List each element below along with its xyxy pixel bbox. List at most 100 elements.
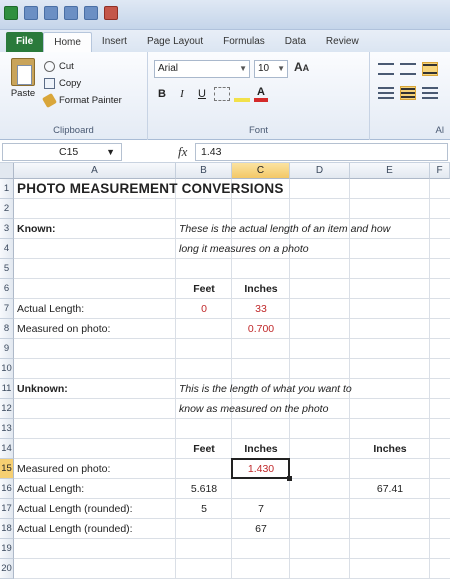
select-all-corner[interactable] bbox=[0, 163, 14, 179]
chart-icon[interactable] bbox=[104, 6, 118, 20]
cell-b14[interactable]: Feet bbox=[179, 439, 229, 459]
cell-c17[interactable]: 7 bbox=[235, 499, 287, 519]
row-header-20[interactable]: 20 bbox=[0, 559, 14, 579]
cell-a16[interactable]: Actual Length: bbox=[17, 479, 84, 499]
customize-icon[interactable] bbox=[84, 6, 98, 20]
gridline bbox=[14, 578, 450, 579]
cell-b7[interactable]: 0 bbox=[179, 299, 229, 319]
redo-icon[interactable] bbox=[64, 6, 78, 20]
paste-icon bbox=[11, 58, 35, 86]
cell-a11[interactable]: Unknown: bbox=[17, 379, 68, 399]
cell-e14[interactable]: Inches bbox=[353, 439, 427, 459]
quick-access-toolbar bbox=[4, 6, 118, 20]
cell-b11[interactable]: This is the length of what you want to bbox=[179, 379, 352, 399]
alignment-group-label: Al bbox=[435, 125, 444, 136]
cell-b16[interactable]: 5.618 bbox=[179, 479, 229, 499]
cell-c14[interactable]: Inches bbox=[235, 439, 287, 459]
cell-b4[interactable]: long it measures on a photo bbox=[179, 239, 309, 259]
chevron-down-icon: ▼ bbox=[239, 64, 247, 73]
font-name-select[interactable]: Arial ▼ bbox=[154, 60, 250, 78]
underline-button[interactable]: U bbox=[194, 86, 210, 102]
cut-button[interactable]: Cut bbox=[44, 58, 122, 75]
cell-a18[interactable]: Actual Length (rounded): bbox=[17, 519, 133, 539]
column-header-e[interactable]: E bbox=[350, 163, 430, 179]
ribbon-tabs: File Home Insert Page Layout Formulas Da… bbox=[0, 30, 450, 52]
borders-icon[interactable] bbox=[214, 87, 230, 101]
copy-button[interactable]: Copy bbox=[44, 75, 122, 92]
align-center-icon[interactable] bbox=[400, 86, 416, 100]
function-icon[interactable]: fx bbox=[178, 144, 187, 160]
tab-file[interactable]: File bbox=[6, 32, 44, 52]
cell-b12[interactable]: know as measured on the photo bbox=[179, 399, 328, 419]
cell-a3[interactable]: Known: bbox=[17, 219, 56, 239]
font-size-select[interactable]: 10 ▼ bbox=[254, 60, 288, 78]
row-header-4[interactable]: 4 bbox=[0, 239, 14, 259]
row-header-15[interactable]: 15 bbox=[0, 459, 14, 479]
row-header-18[interactable]: 18 bbox=[0, 519, 14, 539]
row-header-12[interactable]: 12 bbox=[0, 399, 14, 419]
save-icon[interactable] bbox=[24, 6, 38, 20]
row-header-7[interactable]: 7 bbox=[0, 299, 14, 319]
cell-b17[interactable]: 5 bbox=[179, 499, 229, 519]
cell-b3[interactable]: These is the actual length of an item an… bbox=[179, 219, 390, 239]
column-header-b[interactable]: B bbox=[176, 163, 232, 179]
grow-font-button[interactable]: AA bbox=[294, 60, 309, 74]
cell-c6[interactable]: Inches bbox=[235, 279, 287, 299]
name-box[interactable]: C15 ▼ bbox=[2, 143, 122, 161]
align-right-icon[interactable] bbox=[422, 86, 438, 100]
row-header-5[interactable]: 5 bbox=[0, 259, 14, 279]
italic-button[interactable]: I bbox=[174, 86, 190, 102]
cell-c8[interactable]: 0.700 bbox=[235, 319, 287, 339]
cell-a8[interactable]: Measured on photo: bbox=[17, 319, 110, 339]
cell-e16[interactable]: 67.41 bbox=[353, 479, 427, 499]
row-header-2[interactable]: 2 bbox=[0, 199, 14, 219]
cell-c15[interactable]: 1.430 bbox=[235, 459, 287, 479]
column-header-f[interactable]: F bbox=[430, 163, 450, 179]
align-top-icon[interactable] bbox=[378, 62, 394, 76]
cell-a17[interactable]: Actual Length (rounded): bbox=[17, 499, 133, 519]
column-header-a[interactable]: A bbox=[14, 163, 176, 179]
align-left-icon[interactable] bbox=[378, 86, 394, 100]
chevron-down-icon: ▼ bbox=[106, 147, 115, 157]
row-header-3[interactable]: 3 bbox=[0, 219, 14, 239]
column-header-c[interactable]: C bbox=[232, 163, 290, 179]
formula-input[interactable]: 1.43 bbox=[195, 143, 448, 161]
undo-icon[interactable] bbox=[44, 6, 58, 20]
row-header-11[interactable]: 11 bbox=[0, 379, 14, 399]
align-bottom-icon[interactable] bbox=[422, 62, 438, 76]
cell-a15[interactable]: Measured on photo: bbox=[17, 459, 110, 479]
cell-b6[interactable]: Feet bbox=[179, 279, 229, 299]
row-header-6[interactable]: 6 bbox=[0, 279, 14, 299]
tab-formulas[interactable]: Formulas bbox=[213, 32, 275, 52]
row-header-8[interactable]: 8 bbox=[0, 319, 14, 339]
align-middle-icon[interactable] bbox=[400, 62, 416, 76]
row-header-10[interactable]: 10 bbox=[0, 359, 14, 379]
tab-data[interactable]: Data bbox=[275, 32, 316, 52]
cell-c18[interactable]: 67 bbox=[235, 519, 287, 539]
row-header-13[interactable]: 13 bbox=[0, 419, 14, 439]
fill-handle[interactable] bbox=[287, 476, 292, 481]
row-header-9[interactable]: 9 bbox=[0, 339, 14, 359]
cell-c7[interactable]: 33 bbox=[235, 299, 287, 319]
fill-color-icon[interactable] bbox=[234, 86, 250, 102]
font-color-button[interactable]: A bbox=[254, 86, 268, 102]
row-header-19[interactable]: 19 bbox=[0, 539, 14, 559]
tab-home[interactable]: Home bbox=[43, 32, 92, 52]
row-header-14[interactable]: 14 bbox=[0, 439, 14, 459]
cell-a7[interactable]: Actual Length: bbox=[17, 299, 84, 319]
row-header-17[interactable]: 17 bbox=[0, 499, 14, 519]
tab-page-layout[interactable]: Page Layout bbox=[137, 32, 213, 52]
gridline bbox=[429, 179, 430, 579]
tab-review[interactable]: Review bbox=[316, 32, 369, 52]
bold-button[interactable]: B bbox=[154, 86, 170, 102]
cell-a1[interactable]: PHOTO MEASUREMENT CONVERSIONS bbox=[17, 179, 284, 199]
paste-button[interactable]: Paste bbox=[6, 58, 40, 110]
clipboard-group-label: Clipboard bbox=[53, 125, 94, 136]
row-header-16[interactable]: 16 bbox=[0, 479, 14, 499]
column-header-d[interactable]: D bbox=[290, 163, 350, 179]
row-header-1[interactable]: 1 bbox=[0, 179, 14, 199]
paste-label: Paste bbox=[10, 88, 36, 99]
format-painter-button[interactable]: Format Painter bbox=[41, 92, 122, 109]
tab-insert[interactable]: Insert bbox=[92, 32, 137, 52]
cut-label: Cut bbox=[59, 61, 74, 72]
